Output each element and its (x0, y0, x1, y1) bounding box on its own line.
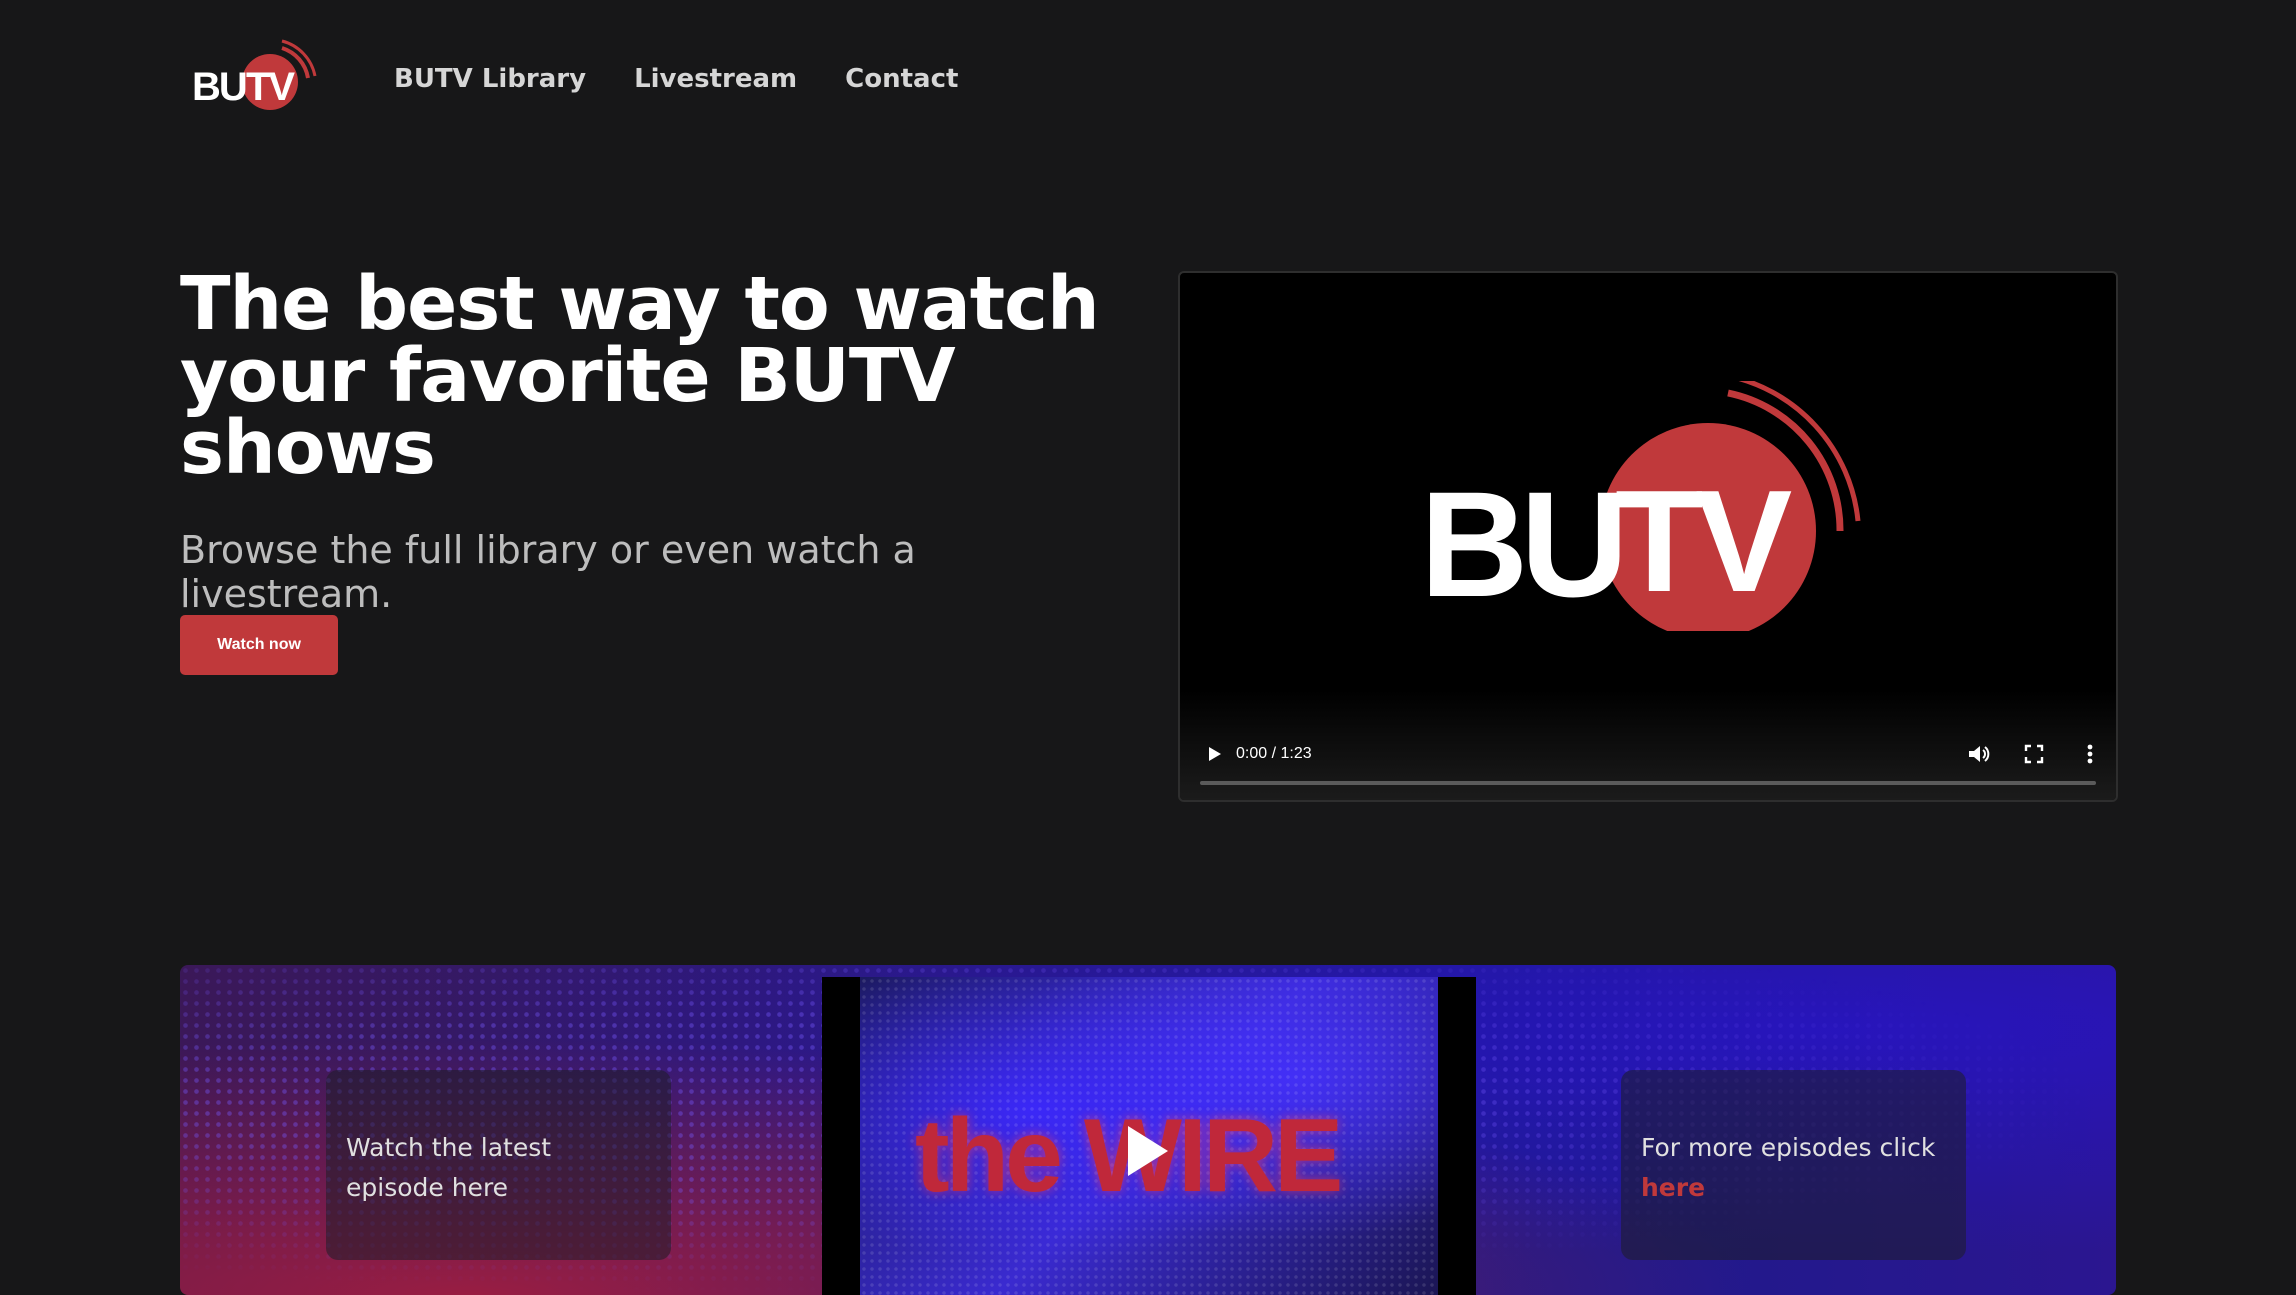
hero-title: The best way to watch your favorite BUTV… (180, 261, 1100, 491)
more-options-icon[interactable] (2078, 740, 2102, 768)
svg-text:BU: BU (1420, 460, 1621, 628)
volume-icon[interactable] (1965, 740, 1993, 768)
play-icon[interactable] (1124, 1122, 1172, 1180)
more-episodes-label: For more episodes click (1641, 1133, 1936, 1162)
video-controls: 0:00 / 1:23 (1180, 690, 2116, 800)
more-episodes-card: For more episodes click here (1621, 1070, 1966, 1260)
latest-episode-text: Watch the latest episode here (346, 1133, 552, 1202)
svg-text:TV: TV (246, 65, 295, 109)
top-navigation: BU TV BUTV Library Livestream Contact (0, 0, 2296, 165)
fullscreen-icon[interactable] (2022, 742, 2046, 766)
play-icon[interactable] (1202, 742, 1226, 766)
nav-link-library[interactable]: BUTV Library (394, 64, 586, 94)
more-episodes-link[interactable]: here (1641, 1173, 1705, 1202)
hero-subtitle: Browse the full library or even watch a … (180, 528, 916, 616)
watch-now-button[interactable]: Watch now (180, 615, 338, 675)
nav-link-livestream[interactable]: Livestream (634, 64, 797, 94)
video-player[interactable]: BU TV 0:00 / 1:23 (1178, 271, 2118, 802)
video-time: 0:00 / 1:23 (1236, 745, 1312, 762)
video-progress-bar[interactable] (1200, 781, 2096, 785)
svg-text:TV: TV (1615, 460, 1792, 622)
nav-links: BUTV Library Livestream Contact (394, 64, 958, 94)
butv-video-poster-logo: BU TV (1420, 381, 1861, 631)
more-episodes-text: For more episodes click here (1641, 1128, 1951, 1208)
latest-episode-card: Watch the latest episode here (326, 1070, 671, 1260)
svg-text:BU: BU (192, 65, 246, 109)
episode-video[interactable]: the WIRE (822, 977, 1476, 1295)
butv-logo[interactable]: BU TV (190, 38, 320, 113)
nav-link-contact[interactable]: Contact (845, 64, 958, 94)
featured-episode-banner: Watch the latest episode here the WIRE F… (180, 965, 2116, 1295)
